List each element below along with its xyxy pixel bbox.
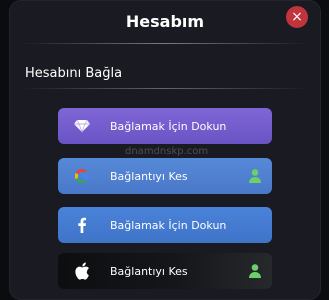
watermark-text: dnamdnskp.com (125, 146, 209, 157)
title-divider (21, 43, 309, 44)
close-icon: × (291, 9, 303, 25)
diamond-icon (72, 116, 92, 136)
dialog-title: Hesabım (125, 12, 205, 31)
google-icon (72, 166, 92, 186)
apple-icon (72, 261, 92, 281)
account-dialog: Hesabım × Hesabını Bağla Bağlamak İçin D… (9, 0, 321, 300)
linked-user-icon (248, 168, 262, 184)
section-title: Hesabını Bağla (25, 66, 123, 81)
diamond-button-label: Bağlamak İçin Dokun (110, 119, 227, 133)
unlink-apple-button[interactable]: Bağlantıyı Kes (58, 253, 272, 289)
facebook-button-label: Bağlamak İçin Dokun (110, 218, 227, 232)
unlink-google-button[interactable]: Bağlantıyı Kes (58, 158, 272, 194)
section-divider (21, 88, 309, 89)
google-button-label: Bağlantıyı Kes (110, 169, 188, 183)
apple-button-label: Bağlantıyı Kes (110, 264, 188, 278)
linked-user-icon (248, 263, 262, 279)
link-diamond-button[interactable]: Bağlamak İçin Dokun (58, 108, 272, 144)
close-button[interactable]: × (286, 6, 308, 28)
facebook-icon (72, 215, 92, 235)
link-facebook-button[interactable]: Bağlamak İçin Dokun (58, 207, 272, 243)
